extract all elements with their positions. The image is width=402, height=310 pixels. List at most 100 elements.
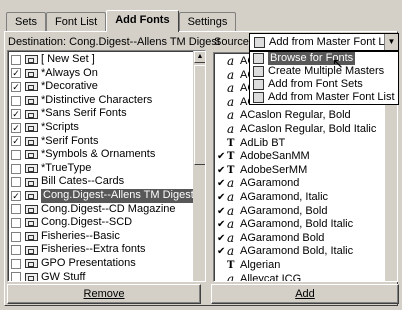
source-label: Source: — [214, 36, 252, 48]
menu-item-create-multiple-masters[interactable]: Create Multiple Masters — [250, 65, 398, 78]
checkbox[interactable] — [11, 149, 21, 160]
checkmark-icon: ✔ — [217, 178, 226, 190]
destination-set-label: *Symbols & Ornaments — [41, 148, 156, 161]
destination-scrollbar[interactable]: ▲ — [193, 51, 205, 281]
destination-set-item[interactable]: ✓ *Sans Serif Fonts — [8, 107, 205, 121]
destination-set-item[interactable]: Bill Cates--Cards — [8, 175, 205, 189]
tab-add-fonts[interactable]: Add Fonts — [106, 10, 179, 32]
source-font-item[interactable]: ✔ a AGaramond, Bold — [214, 204, 397, 219]
checkbox[interactable]: ✓ — [11, 68, 21, 79]
font-set-icon — [25, 218, 38, 228]
destination-set-label: *Sans Serif Fonts — [41, 107, 127, 120]
source-font-label: ACaslon Regular, Bold — [240, 109, 351, 122]
destination-set-item[interactable]: Cong.Digest--CD Magazine — [8, 203, 205, 217]
truetype-font-icon: T — [227, 151, 235, 163]
destination-set-label: GPO Presentations — [41, 256, 136, 269]
checkbox[interactable] — [11, 54, 21, 65]
truetype-font-icon: T — [227, 164, 235, 176]
checkbox[interactable] — [11, 258, 21, 269]
source-dropdown-menu: Browse for Fonts Create Multiple Masters… — [249, 51, 399, 105]
postscript-font-icon: a — [227, 94, 235, 109]
document-icon — [254, 36, 265, 48]
font-set-icon — [25, 96, 38, 106]
source-font-item[interactable]: ✔ a AGaramond, Italic — [214, 189, 397, 205]
source-combobox[interactable]: Add from Master Font List ▼ — [249, 33, 399, 51]
destination-set-item[interactable]: Fisheries--Extra fonts — [8, 243, 205, 257]
source-font-item[interactable]: ✔ a AGaramond, Bold Italic — [214, 218, 397, 232]
destination-set-label: *Serif Fonts — [41, 134, 99, 147]
tab-settings[interactable]: Settings — [178, 12, 237, 32]
source-font-item[interactable]: T AdLib BT — [214, 137, 397, 151]
destination-set-item[interactable]: GPO Presentations — [8, 257, 205, 271]
checkbox[interactable]: ✓ — [11, 136, 21, 147]
checkbox[interactable] — [11, 231, 21, 242]
source-font-item[interactable]: a ACaslon Regular, Bold Italic — [214, 122, 397, 137]
destination-set-item[interactable]: *Symbols & Ornaments — [8, 148, 205, 162]
menu-item-add-from-font-sets[interactable]: Add from Font Sets — [250, 78, 398, 91]
destination-set-item[interactable]: ✓ *Serif Fonts — [8, 135, 205, 149]
menu-item-browse-for-fonts[interactable]: Browse for Fonts — [250, 52, 398, 65]
remove-button[interactable]: Remove — [7, 284, 201, 304]
source-font-label: AGaramond — [240, 177, 300, 190]
destination-set-item[interactable]: [ New Set ] — [8, 53, 205, 67]
source-font-item[interactable]: ✔ a AGaramond Bold, Italic — [214, 245, 397, 259]
font-set-icon — [25, 109, 38, 119]
source-font-label: AGaramond, Italic — [240, 190, 329, 203]
destination-set-label: Fisheries--Basic — [41, 229, 120, 242]
destination-list[interactable]: [ New Set ] ✓ *Always On ✓ *Decorative *Disti… — [7, 50, 206, 282]
destination-set-item[interactable]: *TrueType — [8, 162, 205, 176]
destination-set-item[interactable]: ✓ *Scripts — [8, 121, 205, 135]
checkbox[interactable] — [11, 95, 21, 106]
source-font-item[interactable]: ✔ T AdobeSanMM — [214, 150, 397, 164]
tab-font-list[interactable]: Font List — [46, 12, 107, 32]
checkmark-icon: ✔ — [217, 219, 226, 231]
postscript-font-icon: a — [227, 189, 235, 204]
source-font-label: Algerian — [240, 258, 281, 271]
checkbox[interactable]: ✓ — [11, 190, 21, 201]
checkbox[interactable] — [11, 245, 21, 256]
source-font-item[interactable]: ✔ a AGaramond — [214, 177, 397, 191]
checkbox[interactable] — [11, 204, 21, 215]
scroll-up-arrow-icon[interactable]: ▲ — [194, 51, 205, 63]
checkbox[interactable]: ✓ — [11, 122, 21, 133]
add-button[interactable]: Add — [211, 284, 399, 304]
destination-set-item[interactable]: ✓ *Always On — [8, 67, 205, 81]
checkmark-icon: ✔ — [217, 191, 226, 203]
postscript-font-icon: a — [227, 81, 235, 96]
source-font-item[interactable]: T Algerian — [214, 259, 397, 273]
truetype-font-icon: T — [227, 137, 235, 149]
menu-item-add-from-master-font-list[interactable]: Add from Master Font List — [250, 91, 398, 104]
source-font-label: AGaramond Bold — [240, 231, 325, 244]
destination-set-item[interactable]: ✓ *Decorative — [8, 80, 205, 94]
checkbox[interactable] — [11, 217, 21, 228]
font-set-icon — [25, 82, 38, 92]
checkbox[interactable]: ✓ — [11, 81, 21, 92]
source-font-item[interactable]: a ACaslon Regular, Bold — [214, 109, 397, 123]
destination-set-item[interactable]: GW Stuff — [8, 271, 205, 281]
destination-set-item[interactable]: Fisheries--Basic — [8, 230, 205, 244]
checkbox[interactable]: ✓ — [11, 109, 21, 120]
scroll-thumb[interactable] — [194, 65, 205, 165]
checkbox[interactable] — [11, 177, 21, 188]
checkbox[interactable] — [11, 272, 21, 281]
destination-set-item[interactable]: Cong.Digest--SCD — [8, 216, 205, 230]
postscript-font-icon: a — [227, 217, 235, 232]
font-set-icon — [25, 272, 38, 281]
postscript-font-icon: a — [227, 244, 235, 259]
tab-sets[interactable]: Sets — [6, 12, 47, 32]
postscript-font-icon: a — [227, 230, 235, 245]
destination-set-item[interactable]: *Distinctive Characters — [8, 94, 205, 108]
tab-strip: Sets Font List Add Fonts Settings — [6, 10, 237, 32]
source-font-item[interactable]: ✔ a AGaramond Bold — [214, 230, 397, 246]
source-font-item[interactable]: a Alleycat ICG — [214, 272, 397, 281]
chevron-down-icon[interactable]: ▼ — [384, 34, 398, 50]
folder-icon — [253, 53, 264, 64]
checkbox[interactable] — [11, 163, 21, 174]
destination-set-label: *Scripts — [41, 120, 79, 133]
destination-set-item[interactable]: ✓ Cong.Digest--Allens TM Digest — [8, 188, 205, 203]
source-font-item[interactable]: ✔ T AdobeSerMM — [214, 164, 397, 178]
source-combobox-value: Add from Master Font List — [269, 36, 396, 48]
font-set-icon — [253, 79, 264, 90]
destination-set-label: Fisheries--Extra fonts — [41, 243, 146, 256]
postscript-font-icon: a — [227, 176, 235, 191]
